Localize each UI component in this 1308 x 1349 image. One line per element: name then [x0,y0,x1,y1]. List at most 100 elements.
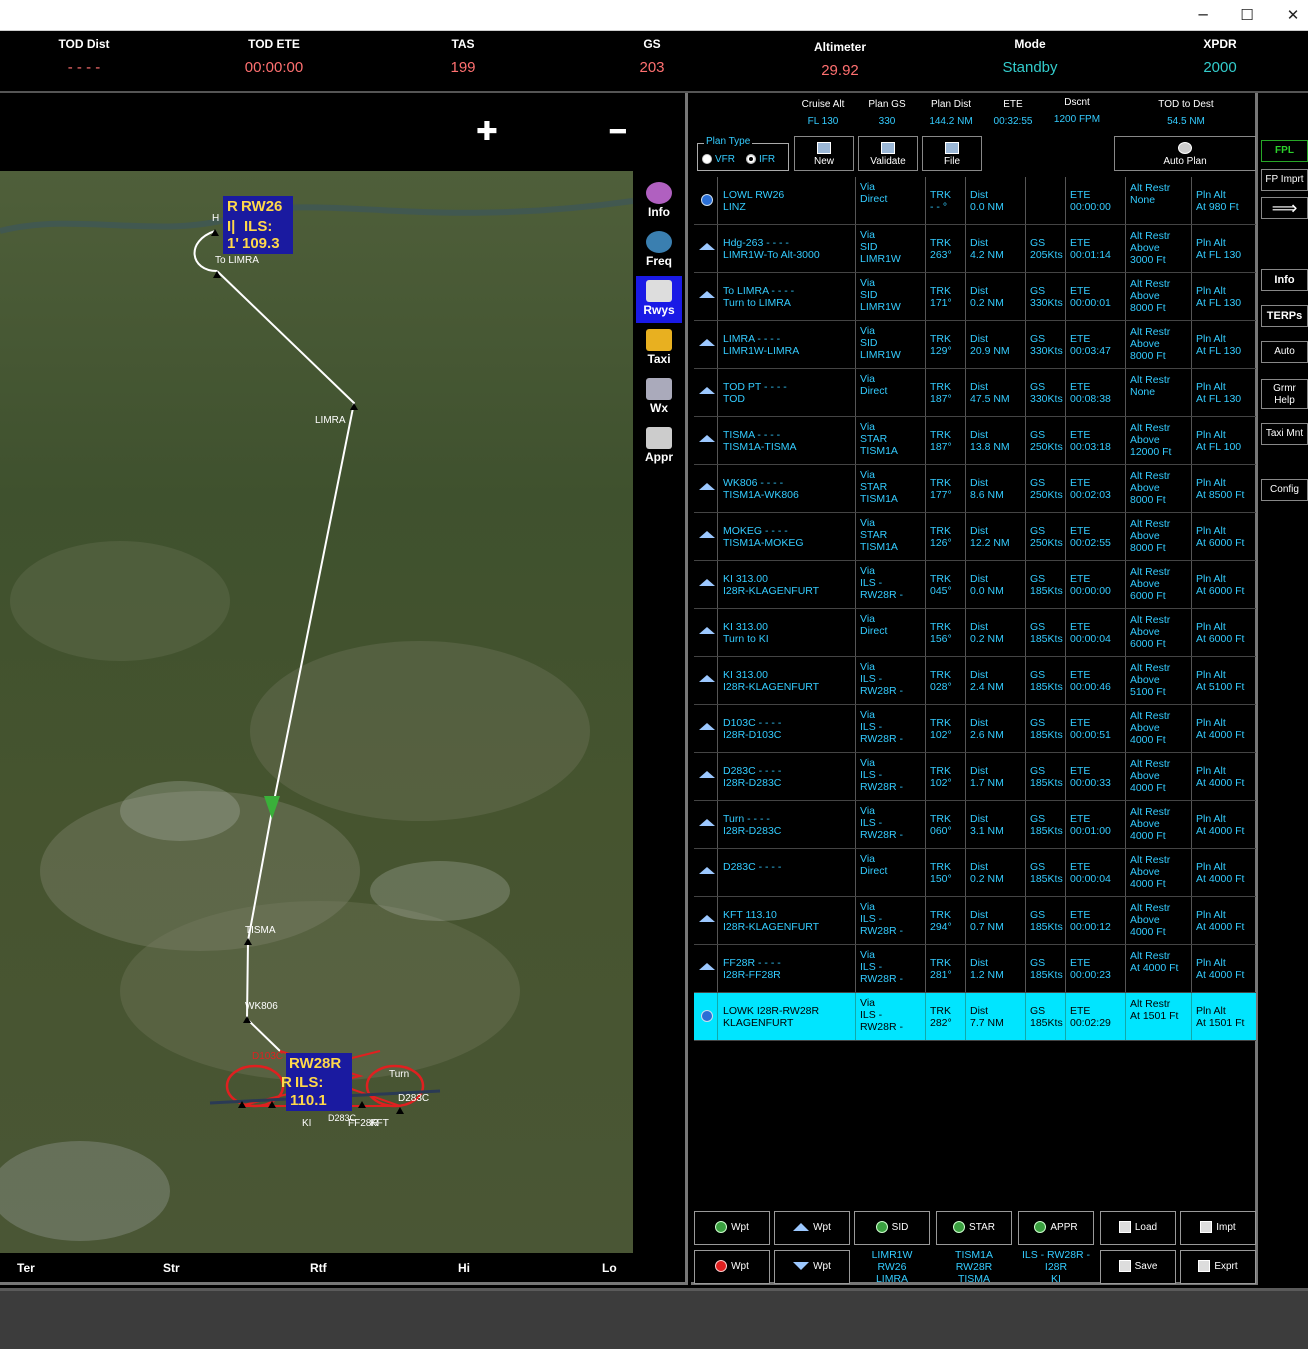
map-toggle-hi[interactable]: Hi [458,1261,470,1275]
distance-cell: Dist 20.9 NM [966,321,1026,368]
via-cell: Via Direct [856,609,926,656]
via-text: Via [860,325,875,337]
nav-terps[interactable]: TERPs [1261,305,1308,327]
ete-cell: ETE 00:02:55 [1066,513,1126,560]
ete-cell-label: ETE [1070,285,1091,297]
zoom-out-button[interactable]: ━ [610,117,626,147]
new-plan-button[interactable]: New [794,136,854,171]
planned-alt-cell: Pln Alt At 6000 Ft [1192,513,1256,560]
minimize-button[interactable]: ─ [1188,4,1218,26]
file-button[interactable]: File [922,136,982,171]
move-waypoint-up-button[interactable]: Wpt [774,1211,850,1245]
distance-cell-label: Dist [970,909,989,921]
ete-cell-label: ETE [1070,237,1091,249]
tool-taxi[interactable]: Taxi [636,325,682,372]
nav-info[interactable]: Info [1261,269,1308,291]
nav-fp-imprt[interactable]: FP Imprt [1261,169,1308,191]
via-text: Via [860,613,875,625]
map-toggle-rtf[interactable]: Rtf [310,1261,327,1275]
waypoint-name-cell: D103C - - - - I28R-D103C [718,705,856,752]
planned-alt-text: At 6000 Ft [1196,585,1245,597]
validate-button[interactable]: Validate [858,136,918,171]
map-toggle-ter[interactable]: Ter [17,1261,35,1275]
tool-wx[interactable]: Wx [636,374,682,421]
nav-fpl[interactable]: FPL [1261,140,1308,162]
add-waypoint-button[interactable]: Wpt [694,1211,770,1245]
ifr-radio[interactable]: IFR [746,154,775,165]
nav-config[interactable]: Config [1261,479,1308,501]
waypoint-row[interactable]: WK806 - - - - TISM1A-WK806 Via STAR TISM1A TR… [694,465,1256,513]
maximize-button[interactable]: ☐ [1232,4,1262,26]
ete-cell: ETE 00:00:23 [1066,945,1126,992]
alt-restriction-text: Alt Restr [1130,758,1171,770]
via-text: RW28R - [860,685,903,697]
waypoint-row[interactable]: KI 313.00 I28R-KLAGENFURT Via ILS - RW28R -T… [694,561,1256,609]
groundspeed-cell-label: GS [1030,477,1046,489]
row-icon-cell [694,657,718,704]
waypoint-row[interactable]: TOD PT - - - - TOD Via Direct TRK 187° Dist 47.… [694,369,1256,417]
load-button[interactable]: Load [1100,1211,1176,1245]
waypoint-row[interactable]: D283C - - - - I28R-D283C Via ILS - RW28R - TR… [694,753,1256,801]
tool-freq[interactable]: Freq [636,227,682,274]
box-letter: I| [227,218,235,235]
save-button[interactable]: Save [1100,1250,1176,1284]
alt-restriction-cell: Alt Restr Above 4000 Ft [1126,705,1192,752]
map-toggle-str[interactable]: Str [163,1261,180,1275]
close-button[interactable]: ✕ [1278,4,1308,26]
map-toggle-lo[interactable]: Lo [602,1261,617,1275]
distance-cell-value: 7.7 NM [970,1017,1004,1029]
waypoint-row[interactable]: KI 313.00 I28R-KLAGENFURT Via ILS - RW28R -T… [694,657,1256,705]
add-star-button[interactable]: STAR [936,1211,1012,1245]
import-button[interactable]: Impt [1180,1211,1256,1245]
alt-restriction-text: Above [1130,674,1160,686]
zoom-in-button[interactable]: ✚ [476,117,498,147]
waypoint-row[interactable]: D103C - - - - I28R-D103C Via ILS - RW28R - TR… [694,705,1256,753]
tool-rwys[interactable]: Rwys [636,276,682,323]
waypoint-desc: I28R-KLAGENFURT [723,921,820,933]
waypoint-icon [698,819,715,826]
groundspeed-cell: GS 185Kts [1026,609,1066,656]
nav-taxi-mnt[interactable]: Taxi Mnt [1261,423,1308,445]
groundspeed-cell: GS 250Kts [1026,513,1066,560]
waypoint-icon [698,243,715,250]
waypoint-row[interactable]: KI 313.00 Turn to KI Via Direct TRK 156° Dist 0… [694,609,1256,657]
waypoint-row[interactable]: To LIMRA - - - - Turn to LIMRA Via SID LIMR1… [694,273,1256,321]
planned-alt-text: Pln Alt [1196,237,1226,249]
via-text: RW28R - [860,829,903,841]
waypoint-row[interactable]: FF28R - - - - I28R-FF28R Via ILS - RW28R - TR… [694,945,1256,993]
via-text: RW28R - [860,589,903,601]
waypoint-icon [698,771,715,778]
ete-cell: ETE 00:02:29 [1066,993,1126,1040]
planned-alt-cell: Pln Alt At FL 130 [1192,273,1256,320]
add-approach-button[interactable]: APPR [1018,1211,1094,1245]
planned-alt-cell: Pln Alt At 1501 Ft [1192,993,1256,1040]
waypoint-row[interactable]: LOWK I28R-RW28R KLAGENFURT Via ILS - RW28R -… [694,993,1256,1041]
tool-appr[interactable]: Appr [636,423,682,470]
waypoint-row[interactable]: TISMA - - - - TISM1A-TISMA Via STAR TISM1A TR… [694,417,1256,465]
satellite-map[interactable]: RW26 R I| ILS: 1' 109.3 H To LIMRA LIMRA… [0,171,633,1253]
waypoint-row[interactable]: Turn - - - - I28R-D283C Via ILS - RW28R - TRK… [694,801,1256,849]
track-cell: TRK 028° [926,657,966,704]
taskbar-area [0,1288,1308,1349]
track-cell: TRK 294° [926,897,966,944]
nav-grmr-help[interactable]: Grmr Help [1261,379,1308,409]
add-sid-button[interactable]: SID [854,1211,930,1245]
delete-waypoint-button[interactable]: Wpt [694,1250,770,1284]
waypoint-row[interactable]: LOWL RW26 LINZ Via Direct TRK - - ° Dist 0.0 NM… [694,177,1256,225]
waypoint-row[interactable]: LIMRA - - - - LIMR1W-LIMRA Via SID LIMR1W TRK… [694,321,1256,369]
groundspeed-cell: GS 185Kts [1026,849,1066,896]
export-button[interactable]: Exprt [1180,1250,1256,1284]
waypoint-row[interactable]: KFT 113.10 I28R-KLAGENFURT Via ILS - RW28R -… [694,897,1256,945]
waypoint-row[interactable]: D283C - - - - Via Direct TRK 150° Dist 0.2 NM G… [694,849,1256,897]
tool-info[interactable]: Info [636,178,682,225]
via-text: STAR [860,481,888,493]
move-waypoint-down-button[interactable]: Wpt [774,1250,850,1284]
hud-label: TOD ETE [248,37,300,51]
waypoint-row[interactable]: MOKEG - - - - TISM1A-MOKEG Via STAR TISM1A TR… [694,513,1256,561]
vfr-radio[interactable]: VFR [702,154,735,165]
waypoint-row[interactable]: Hdg-263 - - - - LIMR1W-To Alt-3000 Via SID L… [694,225,1256,273]
nav-auto[interactable]: Auto [1261,341,1308,363]
planned-alt-text: Pln Alt [1196,381,1226,393]
auto-plan-button[interactable]: Auto Plan [1114,136,1256,171]
nav-transfer[interactable]: ⟹ [1261,197,1308,219]
